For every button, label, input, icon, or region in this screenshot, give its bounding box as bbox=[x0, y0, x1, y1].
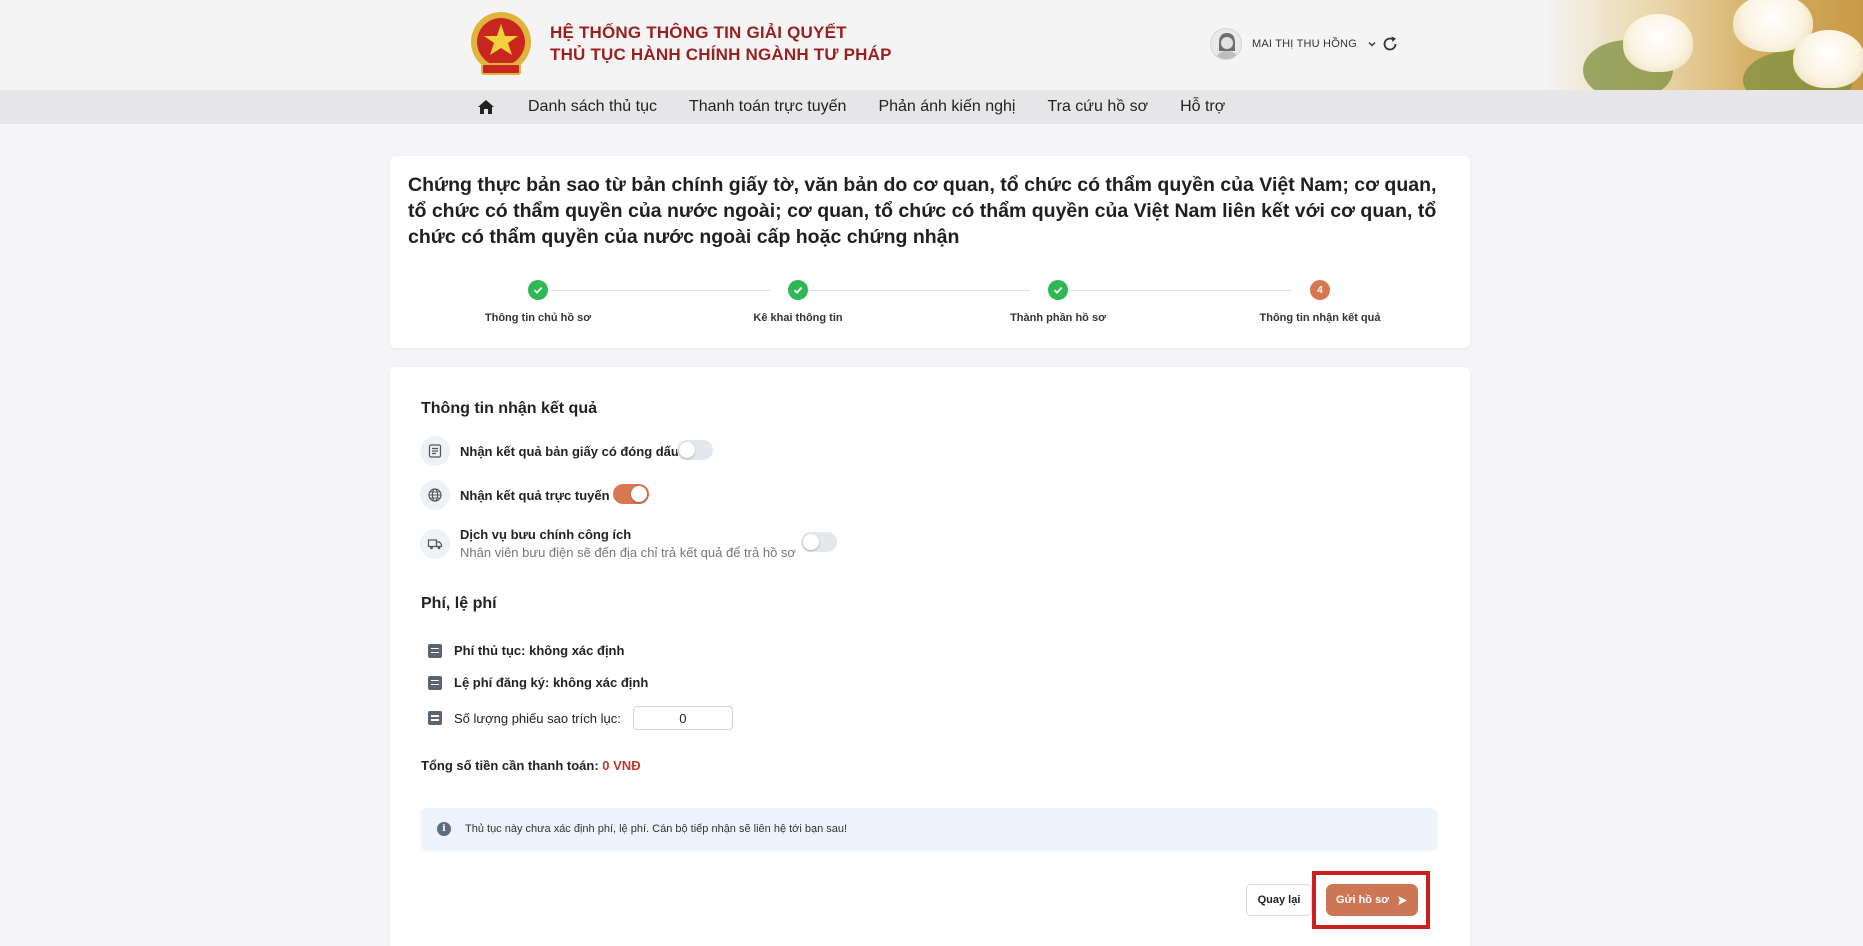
lotus-decoration bbox=[1543, 0, 1863, 90]
procedure-title: Chứng thực bản sao từ bản chính giấy tờ,… bbox=[408, 174, 1437, 248]
total-payment: Tổng số tiền cần thanh toán: 0 VNĐ bbox=[421, 758, 641, 773]
step-result-info: 4 Thông tin nhận kết quả bbox=[1220, 280, 1420, 324]
chevron-down-icon[interactable] bbox=[1367, 39, 1377, 49]
send-icon bbox=[1398, 895, 1408, 905]
paper-result-toggle[interactable] bbox=[677, 440, 713, 460]
nav-item-support[interactable]: Hỗ trợ bbox=[1180, 98, 1225, 116]
progress-stepper: Thông tin chủ hồ sơ Kê khai thông tin Th… bbox=[390, 280, 1470, 330]
step-owner-info: Thông tin chủ hồ sơ bbox=[438, 280, 638, 324]
brand-line-2: THỦ TỤC HÀNH CHÍNH NGÀNH TƯ PHÁP bbox=[550, 45, 892, 64]
home-icon[interactable] bbox=[476, 97, 496, 117]
document-icon bbox=[420, 436, 450, 466]
globe-icon bbox=[420, 480, 450, 510]
procedure-fee-text: Phí thủ tục: không xác định bbox=[454, 643, 625, 658]
user-menu[interactable]: MAI THỊ THU HỒNG bbox=[1210, 28, 1377, 60]
fee-notice: i Thủ tục này chưa xác định phí, lệ phí.… bbox=[421, 808, 1437, 850]
notice-text: Thủ tục này chưa xác định phí, lệ phí. C… bbox=[465, 823, 848, 835]
option-label: Nhận kết quả trực tuyến bbox=[460, 487, 610, 503]
check-icon bbox=[1048, 280, 1068, 300]
option-online-result: Nhận kết quả trực tuyến bbox=[420, 480, 610, 510]
step-declaration: Kê khai thông tin bbox=[698, 280, 898, 324]
check-icon bbox=[788, 280, 808, 300]
copy-count-row: Số lượng phiếu sao trích lục: bbox=[428, 706, 733, 730]
back-button[interactable]: Quay lại bbox=[1246, 884, 1312, 916]
user-avatar bbox=[1210, 28, 1242, 60]
submit-button[interactable]: Gửi hồ sơ bbox=[1326, 884, 1418, 916]
step-label: Thành phần hồ sơ bbox=[1010, 312, 1106, 324]
total-label: Tổng số tiền cần thanh toán: bbox=[421, 758, 599, 773]
nav-item-procedure-list[interactable]: Danh sách thủ tục bbox=[528, 98, 657, 116]
option-paper-result: Nhận kết quả bản giấy có đóng dấu bbox=[420, 436, 679, 466]
option-label: Dịch vụ bưu chính công ích bbox=[460, 527, 632, 542]
fees-section-title: Phí, lệ phí bbox=[421, 595, 497, 612]
national-emblem-icon bbox=[471, 12, 531, 75]
step-documents: Thành phần hồ sơ bbox=[958, 280, 1158, 324]
check-icon bbox=[528, 280, 548, 300]
submit-label: Gửi hồ sơ bbox=[1335, 894, 1390, 906]
total-amount: 0 VNĐ bbox=[602, 758, 641, 773]
step-label: Kê khai thông tin bbox=[753, 312, 843, 324]
site-header: HỆ THỐNG THÔNG TIN GIẢI QUYẾT THỦ TỤC HÀ… bbox=[0, 0, 1863, 90]
step-label: Thông tin nhận kết quả bbox=[1259, 312, 1381, 324]
user-name: MAI THỊ THU HỒNG bbox=[1252, 38, 1357, 50]
procedure-fee-row: Phí thủ tục: không xác định bbox=[428, 643, 624, 658]
step-label: Thông tin chủ hồ sơ bbox=[484, 312, 592, 324]
option-label: Nhận kết quả bản giấy có đóng dấu bbox=[460, 443, 679, 459]
nav-item-online-payment[interactable]: Thanh toán trực tuyến bbox=[689, 98, 846, 116]
list-icon bbox=[428, 675, 442, 690]
info-icon: i bbox=[437, 822, 451, 836]
postal-service-toggle[interactable] bbox=[801, 532, 837, 552]
brand-line-1: HỆ THỐNG THÔNG TIN GIẢI QUYẾT bbox=[550, 23, 847, 42]
copy-count-input[interactable] bbox=[632, 706, 733, 730]
site-brand[interactable]: HỆ THỐNG THÔNG TIN GIẢI QUYẾT THỦ TỤC HÀ… bbox=[550, 22, 892, 66]
option-sublabel: Nhân viên bưu điện sẽ đến địa chỉ trả kế… bbox=[460, 545, 796, 560]
registration-fee-row: Lệ phí đăng ký: không xác định bbox=[428, 675, 648, 690]
step-number: 4 bbox=[1310, 280, 1330, 300]
result-section-title: Thông tin nhận kết quả bbox=[421, 400, 597, 417]
main-nav: Danh sách thủ tục Thanh toán trực tuyến … bbox=[0, 90, 1863, 124]
option-postal-service: Dịch vụ bưu chính công ích Nhân viên bưu… bbox=[420, 527, 796, 560]
online-result-toggle[interactable] bbox=[613, 484, 649, 504]
refresh-icon[interactable] bbox=[1380, 34, 1400, 54]
nav-item-lookup[interactable]: Tra cứu hồ sơ bbox=[1047, 98, 1148, 116]
delivery-truck-icon bbox=[420, 528, 450, 559]
list-icon bbox=[428, 711, 442, 725]
registration-fee-text: Lệ phí đăng ký: không xác định bbox=[454, 675, 649, 690]
list-icon bbox=[428, 643, 442, 658]
copy-count-label: Số lượng phiếu sao trích lục: bbox=[454, 710, 621, 726]
nav-item-feedback[interactable]: Phản ánh kiến nghị bbox=[878, 98, 1015, 116]
